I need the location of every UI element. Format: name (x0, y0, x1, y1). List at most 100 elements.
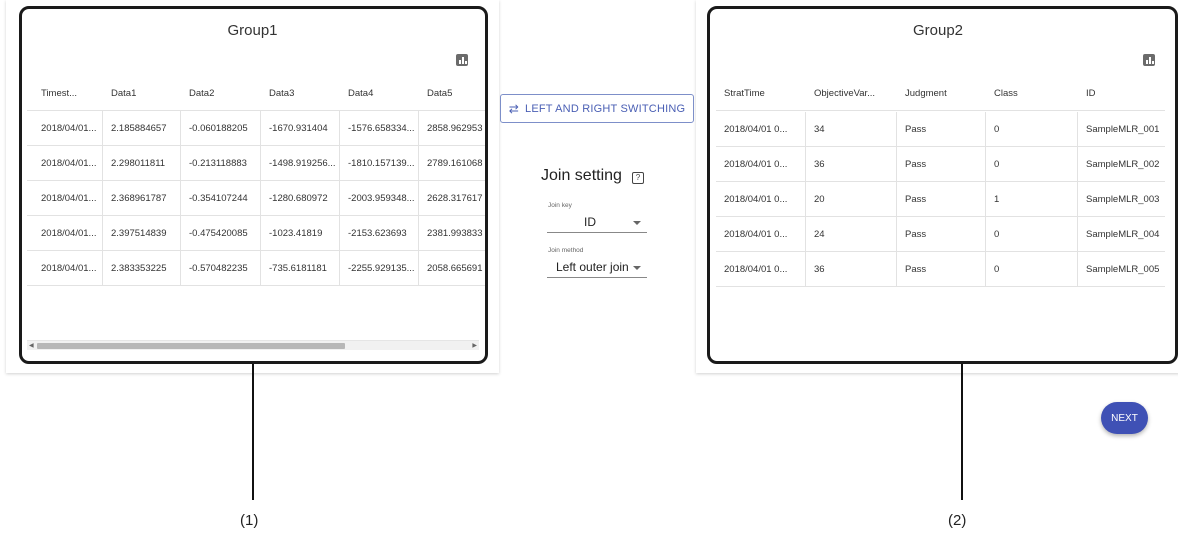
table-cell: 2058.665691 (419, 251, 485, 286)
table-cell: 0 (986, 112, 1078, 147)
group2-table: StratTime ObjectiveVar... Judgment Class ID 2… (716, 76, 1165, 352)
table-cell: Pass (897, 112, 986, 147)
join-key-value: ID (584, 215, 596, 229)
column-header[interactable]: Timest... (33, 76, 103, 111)
table-cell: 2.383353225 (103, 251, 181, 286)
join-key-label: Join key (548, 202, 572, 209)
table-cell: Pass (897, 217, 986, 252)
table-cell: 2018/04/01 0... (716, 217, 806, 252)
left-right-switch-button[interactable]: ⇄ LEFT AND RIGHT SWITCHING (500, 94, 694, 123)
table-cell: -1670.931404 (261, 111, 340, 146)
table-cell: Pass (897, 147, 986, 182)
table-cell: 2018/04/01... (33, 216, 103, 251)
table-cell: SampleMLR_003 (1078, 182, 1165, 217)
scroll-left-arrow-icon[interactable]: ◀ (29, 342, 34, 349)
column-header[interactable]: Data2 (181, 76, 261, 111)
table-cell: -2003.959348... (340, 181, 419, 216)
table-row[interactable]: 2018/04/01... 2.397514839 -0.475420085 -102… (27, 216, 485, 251)
table-cell: 2018/04/01... (33, 251, 103, 286)
column-header[interactable]: Judgment (897, 76, 986, 111)
table-row[interactable]: 2018/04/01 0... 20 Pass 1 SampleMLR_003 (716, 182, 1165, 217)
table-header-row: StratTime ObjectiveVar... Judgment Class ID (716, 76, 1165, 111)
group1-table: Timest... Data1 Data2 Data3 Data4 Data5 2018/0… (27, 76, 485, 340)
group1-title: Group1 (227, 22, 278, 39)
scrollbar-thumb[interactable] (37, 343, 345, 349)
join-setting-title: Join setting (541, 167, 622, 184)
table-cell: SampleMLR_002 (1078, 147, 1165, 182)
table-row[interactable]: 2018/04/01... 2.383353225 -0.570482235 -735… (27, 251, 485, 286)
table-cell: -0.213118883 (181, 146, 261, 181)
table-cell: 0 (986, 252, 1078, 287)
group1-horizontal-scrollbar[interactable]: ◀ ▶ (27, 340, 479, 350)
table-cell: 2381.993833 (419, 216, 485, 251)
table-cell: -0.060188205 (181, 111, 261, 146)
table-cell: -1023.41819 (261, 216, 340, 251)
swap-arrows-icon: ⇄ (508, 101, 519, 116)
column-header[interactable]: Data3 (261, 76, 340, 111)
callout-label-2: (2) (948, 512, 967, 529)
table-cell: 2628.317617 (419, 181, 485, 216)
column-header[interactable]: Data5 (419, 76, 485, 111)
table-cell: 36 (806, 147, 897, 182)
table-cell: 0 (986, 147, 1078, 182)
table-cell: 2858.962953 (419, 111, 485, 146)
column-header[interactable]: ID (1078, 76, 1165, 111)
table-cell: -1280.680972 (261, 181, 340, 216)
table-cell: 2.185884657 (103, 111, 181, 146)
table-cell: 2018/04/01... (33, 111, 103, 146)
table-cell: 2.298011811 (103, 146, 181, 181)
table-cell: 2018/04/01 0... (716, 112, 806, 147)
join-method-value: Left outer join (556, 260, 629, 274)
table-row[interactable]: 2018/04/01 0... 36 Pass 0 SampleMLR_002 (716, 147, 1165, 182)
column-header[interactable]: ObjectiveVar... (806, 76, 897, 111)
group1-card: Group1 Timest... Data1 Data2 Data3 Data4 Data… (6, 0, 499, 373)
bar-chart-icon[interactable] (1143, 54, 1155, 66)
chevron-down-icon (633, 221, 641, 225)
table-cell: 2789.161068 (419, 146, 485, 181)
callout-label-1: (1) (240, 512, 259, 529)
table-cell: 2018/04/01 0... (716, 182, 806, 217)
table-cell: 34 (806, 112, 897, 147)
column-header[interactable]: Data1 (103, 76, 181, 111)
table-row[interactable]: 2018/04/01... 2.368961787 -0.354107244 -128… (27, 181, 485, 216)
table-cell: -0.354107244 (181, 181, 261, 216)
table-cell: Pass (897, 252, 986, 287)
table-header-row: Timest... Data1 Data2 Data3 Data4 Data5 (27, 76, 485, 111)
join-key-select[interactable]: ID (547, 213, 647, 233)
next-button[interactable]: NEXT (1101, 402, 1148, 434)
callout-line-1 (252, 364, 254, 500)
table-cell: -1498.919256... (261, 146, 340, 181)
table-cell: 0 (986, 217, 1078, 252)
switch-button-label: LEFT AND RIGHT SWITCHING (525, 102, 686, 115)
table-row[interactable]: 2018/04/01 0... 36 Pass 0 SampleMLR_005 (716, 252, 1165, 287)
table-cell: 2018/04/01 0... (716, 147, 806, 182)
table-row[interactable]: 2018/04/01... 2.185884657 -0.060188205 -167… (27, 111, 485, 146)
help-icon[interactable]: ? (632, 172, 644, 184)
bar-chart-icon[interactable] (456, 54, 468, 66)
table-cell: -735.6181181 (261, 251, 340, 286)
table-row[interactable]: 2018/04/01... 2.298011811 -0.213118883 -149… (27, 146, 485, 181)
column-header[interactable]: Data4 (340, 76, 419, 111)
column-header[interactable]: Class (986, 76, 1078, 111)
column-header[interactable]: StratTime (716, 76, 806, 111)
table-cell: -2153.623693 (340, 216, 419, 251)
table-cell: 1 (986, 182, 1078, 217)
table-row[interactable]: 2018/04/01 0... 24 Pass 0 SampleMLR_004 (716, 217, 1165, 252)
join-method-select[interactable]: Left outer join (547, 258, 647, 278)
scroll-right-arrow-icon[interactable]: ▶ (472, 342, 477, 349)
group2-card: Group2 StratTime ObjectiveVar... Judgment C… (696, 0, 1178, 373)
table-cell: -1810.157139... (340, 146, 419, 181)
table-cell: SampleMLR_005 (1078, 252, 1165, 287)
table-cell: Pass (897, 182, 986, 217)
table-cell: 36 (806, 252, 897, 287)
table-cell: -0.570482235 (181, 251, 261, 286)
chevron-down-icon (633, 266, 641, 270)
table-cell: 2.368961787 (103, 181, 181, 216)
join-method-label: Join method (548, 247, 584, 254)
table-cell: SampleMLR_004 (1078, 217, 1165, 252)
callout-line-2 (961, 364, 963, 500)
table-cell: 24 (806, 217, 897, 252)
table-cell: 20 (806, 182, 897, 217)
table-cell: -2255.929135... (340, 251, 419, 286)
table-row[interactable]: 2018/04/01 0... 34 Pass 0 SampleMLR_001 (716, 112, 1165, 147)
